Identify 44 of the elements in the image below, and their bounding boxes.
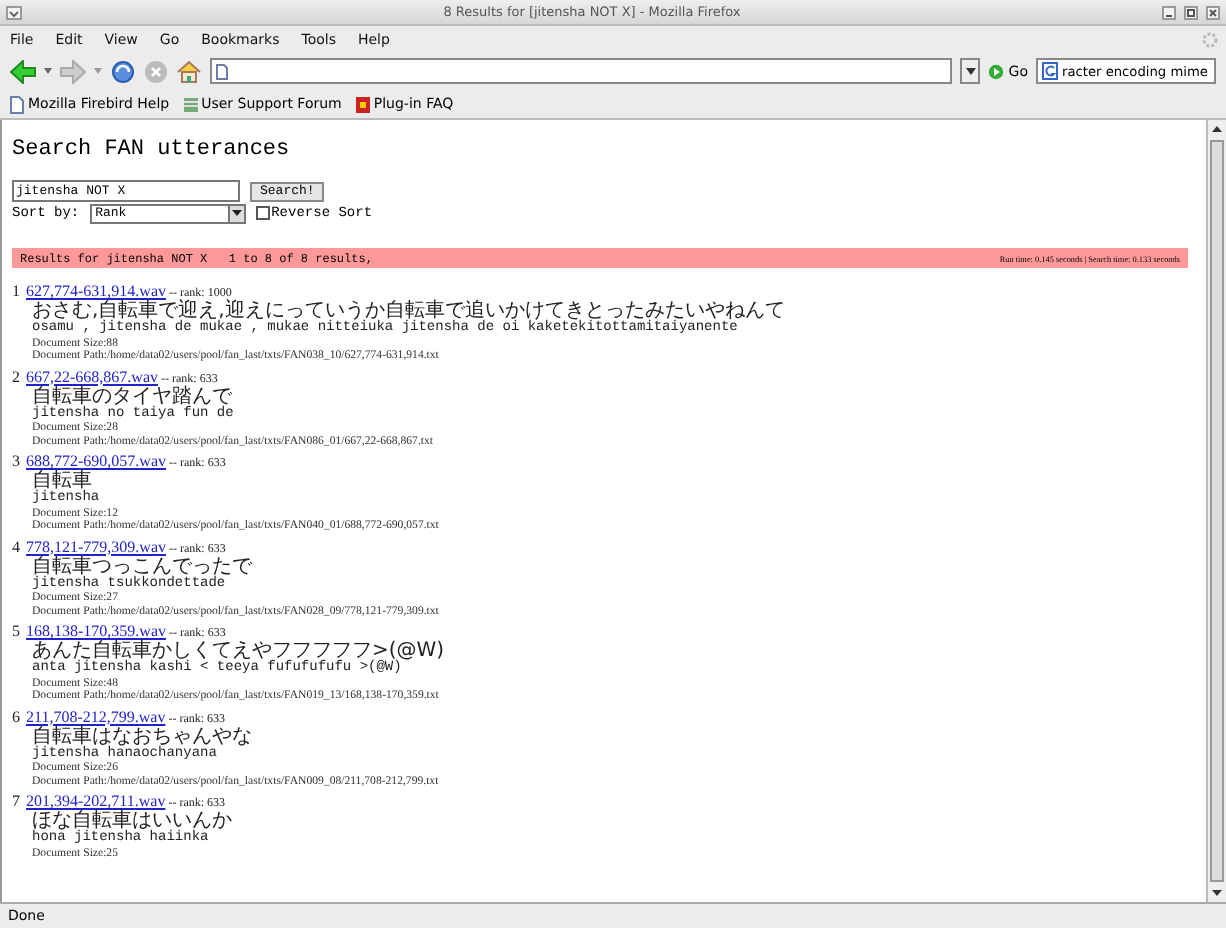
page-icon[interactable]	[216, 63, 228, 79]
result-number: 4	[12, 539, 20, 555]
japanese-utterance: おさむ,自転車で迎え,迎えにっていうか自転車で追いかけてきとったみたいやねんて	[32, 302, 785, 322]
result-link[interactable]: 211,708-212,799.wav	[26, 707, 166, 725]
page-heading: Search FAN utterances	[12, 136, 290, 164]
result-link[interactable]: 627,774-631,914.wav	[26, 282, 166, 300]
japanese-utterance: 自転車つっこんでったで	[32, 557, 252, 577]
result-number: 6	[12, 709, 20, 725]
grid-icon	[183, 95, 198, 113]
search-engine-icon[interactable]	[1042, 62, 1058, 80]
japanese-utterance: あんた自転車かしくてえやフフフフフ>(@W)	[32, 642, 445, 662]
result-number: 5	[12, 624, 20, 640]
result-link[interactable]: 778,121-779,309.wav	[26, 537, 166, 555]
page-icon	[10, 95, 24, 113]
maximize-icon[interactable]	[1184, 5, 1198, 19]
minimize-icon[interactable]	[1162, 5, 1176, 19]
scroll-up-icon[interactable]	[1212, 126, 1222, 132]
puzzle-icon	[355, 95, 370, 113]
result-number: 3	[12, 454, 20, 470]
japanese-utterance: ほな自転車はいいんか	[32, 812, 232, 832]
caret-icon[interactable]	[231, 210, 242, 216]
reverse-sort-checkbox[interactable]	[255, 206, 270, 220]
home-icon[interactable]	[176, 59, 202, 83]
result-link[interactable]: 688,772-690,057.wav	[26, 452, 166, 470]
japanese-utterance: 自転車	[32, 472, 92, 492]
result-link[interactable]: 201,394-202,711.wav	[26, 792, 166, 810]
back-history-caret-icon[interactable]	[44, 68, 52, 74]
scrollbar[interactable]	[1206, 120, 1226, 902]
address-field[interactable]	[210, 58, 953, 84]
result-link[interactable]: 667,22-668,867.wav	[26, 367, 158, 385]
result-number: 7	[12, 794, 20, 810]
scroll-down-icon[interactable]	[1212, 890, 1222, 896]
result-number: 2	[12, 369, 20, 385]
japanese-utterance: 自転車はなおちゃんやな	[32, 727, 252, 747]
go-icon[interactable]	[988, 63, 1005, 79]
japanese-utterance: 自転車のタイヤ踏んで	[32, 387, 232, 407]
window-menu-icon[interactable]	[6, 5, 22, 19]
history-dropdown[interactable]	[960, 58, 981, 84]
reload-icon[interactable]	[110, 59, 136, 83]
result-number: 1	[12, 284, 20, 300]
result-link[interactable]: 168,138-170,359.wav	[26, 622, 166, 640]
back-arrow-icon[interactable]	[10, 59, 36, 83]
caret-icon[interactable]	[965, 67, 976, 75]
close-icon[interactable]	[1206, 5, 1220, 19]
